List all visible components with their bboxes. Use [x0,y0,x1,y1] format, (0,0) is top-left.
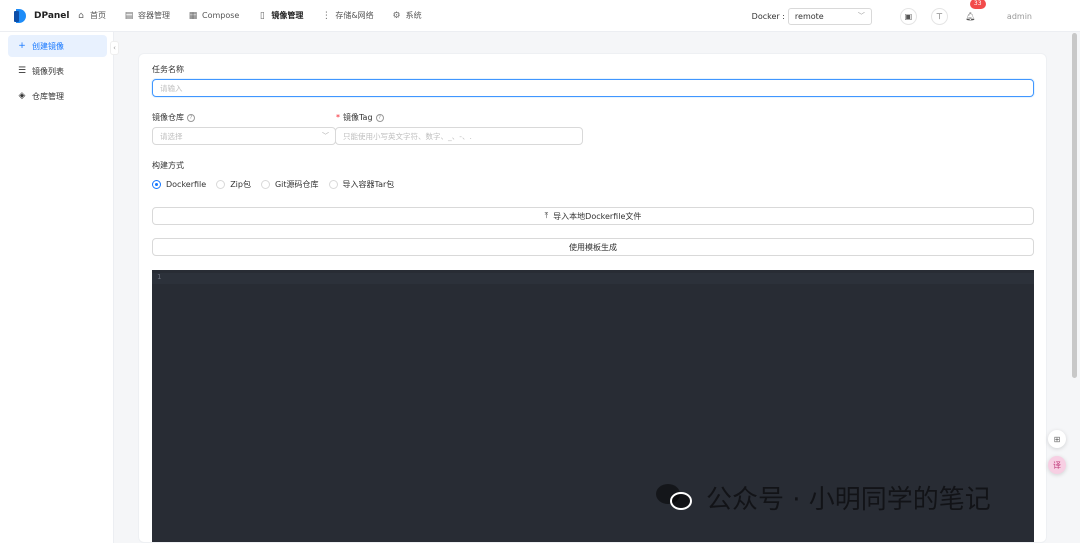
nav-system-label: 系统 [405,11,422,20]
nav-system[interactable]: ⚙ 系统 [392,10,422,21]
list-icon: ☰ [17,66,27,76]
nav-compose[interactable]: ▦ Compose [188,10,240,21]
docker-select[interactable]: remote ﹀ [787,7,872,25]
nav-home[interactable]: ⌂ 首页 [76,10,106,21]
main-nav: ⌂ 首页 ▤ 容器管理 ▦ Compose ▯ 镜像管理 ⋮ 存储&网络 ⚙ 系… [74,10,440,21]
gear-icon: ⚙ [392,10,401,21]
radio-icon [216,180,226,189]
docker-label: Docker : [751,11,785,21]
sidebar-item-image-list[interactable]: ☰ 镜像列表 [8,60,107,82]
translate-icon: 译 [1053,460,1061,470]
required-mark: * [336,113,340,122]
chevron-down-icon: ﹀ [857,12,865,20]
task-name-input[interactable]: 请输入 [152,79,1034,97]
nav-storage-label: 存储&网络 [335,11,374,20]
nav-storage-network[interactable]: ⋮ 存储&网络 [321,10,374,21]
registry-label-text: 镜像仓库 [152,113,184,122]
radio-label: Git源码仓库 [274,180,319,189]
sidebar-item-label: 创建镜像 [32,41,64,51]
user-name[interactable]: admin [1007,12,1032,21]
sidebar: + 创建镜像 ☰ 镜像列表 ◈ 仓库管理 [0,32,114,543]
radio-dockerfile[interactable]: Dockerfile [152,180,206,189]
nav-containers[interactable]: ▤ 容器管理 [124,10,170,21]
import-dockerfile-label: 导入本地Dockerfile文件 [553,211,642,221]
radio-icon [260,180,270,189]
tag-label: * 镜像Tag? [336,112,384,123]
radio-git[interactable]: Git源码仓库 [260,179,319,190]
page-scrollbar[interactable] [1072,33,1077,378]
theme-button[interactable]: ⊤ [930,7,948,25]
wechat-icon [656,482,696,514]
sidebar-item-label: 仓库管理 [32,91,64,101]
apps-icon: ⊞ [1053,434,1061,444]
bell-icon: 🔔︎ [965,11,976,21]
float-apps-button[interactable]: ⊞ [1048,430,1066,448]
upload-icon: ⤒ [544,211,549,220]
radio-icon [328,180,338,189]
tag-placeholder: 只能使用小写英文字符、数字、_、-、. [343,131,472,141]
task-name-label: 任务名称 [152,65,184,74]
dpanel-logo-icon [14,8,28,24]
question-icon[interactable]: ? [187,113,195,122]
chevron-down-icon: ﹀ [322,132,329,140]
watermark-text: 公众号 · 小明同学的笔记 [706,485,991,515]
radio-label: Dockerfile [166,180,207,189]
top-navbar: DPanel ⌂ 首页 ▤ 容器管理 ▦ Compose ▯ 镜像管理 ⋮ 存储… [0,0,1080,32]
watermark: 公众号 · 小明同学的笔记 [656,479,991,516]
sidebar-item-label: 镜像列表 [32,66,64,76]
docker-select-value: remote [794,11,824,21]
tag-label-text: 镜像Tag [343,113,373,122]
terminal-icon: ▣ [904,11,913,21]
notification-badge: 33 [969,0,986,9]
radio-selected-icon [152,180,161,189]
import-dockerfile-button[interactable]: ⤒ 导入本地Dockerfile文件 [152,207,1034,225]
radio-zip[interactable]: Zip包 [216,179,251,190]
brand-name: DPanel [34,10,70,21]
terminal-button[interactable]: ▣ [899,7,917,25]
top-right-area: Docker : remote ﹀ ▣ ⊤ 🔔︎ 33 admin [752,0,1080,32]
use-template-button[interactable]: 使用模板生成 [152,238,1034,256]
repo-icon: ◈ [18,91,26,101]
nav-images-label: 镜像管理 [271,11,304,20]
use-template-label: 使用模板生成 [569,242,617,252]
radio-tar[interactable]: 导入容器Tar包 [328,179,395,190]
registry-label: 镜像仓库? [152,112,195,123]
active-line [152,273,1034,284]
registry-placeholder: 请选择 [160,131,183,141]
sidebar-item-repo-manage[interactable]: ◈ 仓库管理 [8,85,107,107]
tag-input[interactable]: 只能使用小写英文字符、数字、_、-、. [335,127,583,145]
shirt-icon: ⊤ [935,11,943,21]
build-method-label: 构建方式 [152,161,184,170]
build-method-radio-group: Dockerfile Zip包 Git源码仓库 导入容器Tar包 [152,179,404,190]
radio-label: Zip包 [230,180,251,189]
storage-icon: ⋮ [321,10,331,21]
plus-icon: + [18,41,26,51]
notification-button[interactable]: 🔔︎ 33 [962,0,986,25]
question-icon[interactable]: ? [375,113,384,122]
float-translate-button[interactable]: 译 [1048,456,1066,474]
line-number: 1 [157,273,162,281]
image-icon: ▯ [259,10,265,21]
radio-label: 导入容器Tar包 [342,180,395,189]
nav-images[interactable]: ▯ 镜像管理 [257,10,303,21]
nav-home-label: 首页 [90,11,106,20]
brand[interactable]: DPanel [14,8,74,24]
nav-compose-label: Compose [202,11,240,20]
chevron-left-icon: ‹ [113,44,116,52]
create-image-form: 任务名称 请输入 镜像仓库? 请选择 ﹀ * 镜像Tag? 只能使用小写英文字符、… [138,53,1047,543]
home-icon: ⌂ [78,10,84,21]
container-icon: ▤ [124,10,134,21]
task-name-placeholder: 请输入 [160,83,183,93]
sidebar-collapse-button[interactable]: ‹ [110,41,119,55]
nav-containers-label: 容器管理 [138,11,170,20]
compose-icon: ▦ [188,10,198,21]
sidebar-item-create-image[interactable]: + 创建镜像 [8,35,107,57]
registry-select[interactable]: 请选择 ﹀ [152,127,336,145]
